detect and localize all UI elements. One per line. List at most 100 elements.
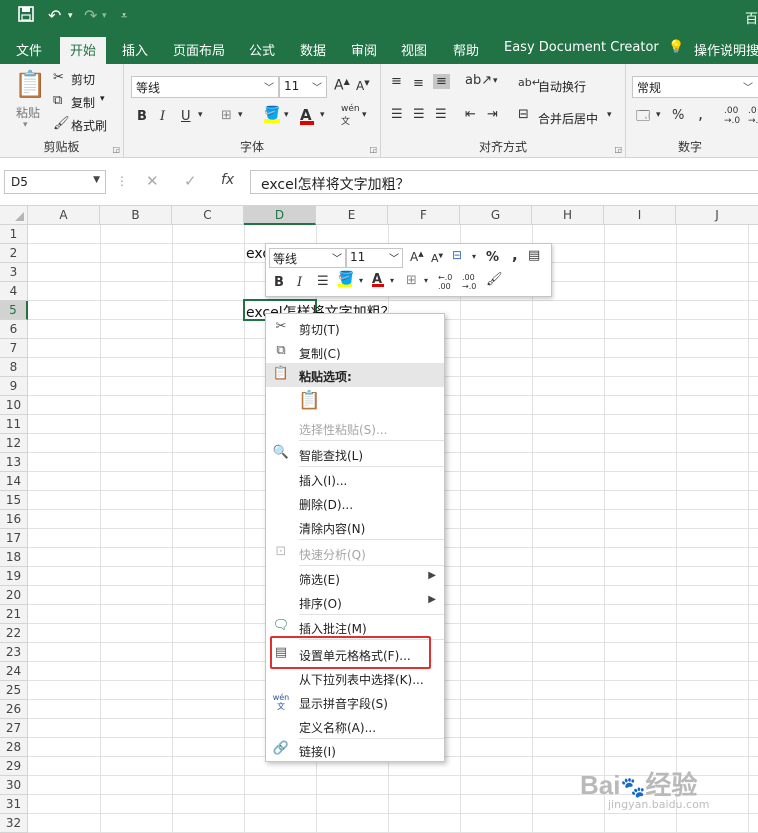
row-header[interactable]: 24 [0, 662, 28, 681]
align-top-icon[interactable]: ≡ [391, 74, 402, 89]
select-all-button[interactable] [0, 206, 28, 225]
row-header[interactable]: 18 [0, 548, 28, 567]
comma-button[interactable]: , [698, 104, 703, 123]
row-header[interactable]: 1 [0, 225, 28, 244]
percent-button[interactable]: % [672, 108, 684, 123]
accounting-icon[interactable]: 🗔 [636, 107, 650, 129]
menu-item-insert[interactable]: 插入(I)... [266, 467, 444, 491]
merge-center-button[interactable]: 合并后居中 [538, 110, 598, 127]
format-painter-button[interactable]: 格式刷 [71, 117, 107, 134]
mini-fill-color-icon[interactable]: 🪣 [338, 271, 354, 287]
tab-home[interactable]: 开始 [60, 37, 107, 64]
tab-page-layout[interactable]: 页面布局 [173, 40, 225, 59]
paste-dropdown-icon[interactable]: ▾ [23, 120, 28, 130]
row-header[interactable]: 6 [0, 320, 28, 339]
undo-dropdown-icon[interactable]: ▾ [68, 11, 73, 21]
align-center-icon[interactable]: ☰ [413, 107, 425, 122]
menu-item-quick-analysis[interactable]: ⊡ 快速分析(Q) [266, 541, 444, 565]
cancel-icon[interactable]: ✕ [146, 172, 159, 190]
row-header[interactable]: 16 [0, 510, 28, 529]
row-header[interactable]: 22 [0, 624, 28, 643]
shrink-font-icon[interactable]: A▼ [431, 252, 443, 265]
tab-file[interactable]: 文件 [16, 40, 42, 59]
decrease-indent-icon[interactable]: ⇤ [465, 107, 476, 122]
fill-color-icon[interactable]: 🪣 [264, 106, 280, 123]
underline-button[interactable]: U [181, 109, 191, 124]
align-right-icon[interactable]: ☰ [435, 107, 447, 122]
underline-dropdown-icon[interactable]: ▾ [198, 110, 203, 120]
tab-data[interactable]: 数据 [300, 40, 326, 59]
menu-item-paste-special[interactable]: 选择性粘贴(S)... [266, 416, 444, 440]
column-header[interactable]: B [100, 206, 172, 225]
font-color-icon[interactable]: A [300, 106, 314, 125]
menu-item-copy[interactable]: ⧉ 复制(C) [266, 340, 444, 364]
cut-button[interactable]: 剪切 [71, 71, 95, 88]
mini-percent-button[interactable]: % [486, 250, 499, 265]
row-header[interactable]: 19 [0, 567, 28, 586]
row-header[interactable]: 17 [0, 529, 28, 548]
column-header[interactable]: C [172, 206, 244, 225]
mini-format-painter-icon[interactable]: 🖌 [486, 272, 503, 287]
enter-icon[interactable]: ✓ [184, 172, 197, 190]
lightbulb-icon[interactable]: 💡 [668, 40, 684, 55]
increase-decimal-icon[interactable]: .00 →.0 [724, 106, 740, 126]
mini-comma-button[interactable]: , [512, 246, 518, 264]
tab-help[interactable]: 帮助 [453, 40, 479, 59]
tab-insert[interactable]: 插入 [122, 40, 148, 59]
grow-font-icon[interactable]: A▲ [410, 250, 424, 264]
row-header[interactable]: 4 [0, 282, 28, 301]
mini-align-center-icon[interactable]: ☰ [317, 274, 329, 289]
row-header[interactable]: 29 [0, 757, 28, 776]
align-middle-icon[interactable]: ≡ [413, 76, 424, 91]
mini-border-dropdown-icon[interactable]: ▾ [424, 276, 428, 285]
paste-icon[interactable]: 📋 [14, 70, 46, 100]
row-header[interactable]: 13 [0, 453, 28, 472]
alignment-expand-icon[interactable]: ◲ [614, 145, 622, 154]
paste-option-default[interactable]: 📋 [266, 387, 444, 417]
row-header[interactable]: 10 [0, 396, 28, 415]
row-header[interactable]: 2 [0, 244, 28, 263]
customize-icon[interactable]: ⩡ [121, 9, 127, 23]
font-name-dropdown[interactable]: 等线 ﹀ [131, 76, 279, 98]
redo-dropdown-icon[interactable]: ▾ [102, 11, 107, 21]
column-header[interactable]: A [28, 206, 100, 225]
cell-style-dropdown-icon[interactable]: ▾ [472, 252, 476, 261]
menu-item-define-name[interactable]: 定义名称(A)... [266, 714, 444, 738]
font-size-dropdown[interactable]: 11 ﹀ [279, 76, 327, 98]
menu-item-show-phonetic[interactable]: wén 文显示拼音字段(S) [266, 690, 444, 714]
tab-view[interactable]: 视图 [401, 40, 427, 59]
menu-item-clear-contents[interactable]: 清除内容(N) [266, 515, 444, 539]
row-header[interactable]: 8 [0, 358, 28, 377]
row-header[interactable]: 27 [0, 719, 28, 738]
row-header[interactable]: 21 [0, 605, 28, 624]
column-header[interactable]: F [388, 206, 460, 225]
menu-item-delete[interactable]: 删除(D)... [266, 491, 444, 515]
mini-increase-decimal-icon[interactable]: ←.0.00 [438, 273, 452, 291]
align-left-icon[interactable]: ☰ [391, 107, 403, 122]
save-icon[interactable] [18, 6, 34, 26]
grow-font-button[interactable]: A▲ [334, 77, 350, 94]
redo-icon[interactable]: ↷ [84, 6, 97, 25]
row-header[interactable]: 31 [0, 795, 28, 814]
mini-border-icon[interactable]: ⊞ [406, 273, 417, 288]
mini-font-color-icon[interactable]: A [372, 272, 384, 287]
mini-fill-dropdown-icon[interactable]: ▾ [359, 276, 363, 285]
insert-function-button[interactable]: fx [221, 172, 234, 188]
tell-me-search[interactable]: 操作说明搜 [694, 40, 758, 59]
mini-decrease-decimal-icon[interactable]: .00 →.0 [462, 273, 476, 291]
tab-easy-document-creator[interactable]: Easy Document Creator [504, 40, 659, 55]
copy-dropdown-icon[interactable]: ▾ [100, 94, 105, 104]
border-icon[interactable]: ⊞ [221, 108, 232, 123]
undo-icon[interactable]: ↶ [48, 6, 61, 25]
align-bottom-icon[interactable]: ≡ [433, 74, 450, 89]
menu-item-sort[interactable]: 排序(O) ▶ [266, 590, 444, 614]
italic-button[interactable]: I [160, 109, 165, 124]
tab-review[interactable]: 审阅 [351, 40, 377, 59]
column-header[interactable]: G [460, 206, 532, 225]
name-box[interactable]: D5 ▼ [4, 170, 106, 194]
row-header[interactable]: 11 [0, 415, 28, 434]
orientation-dropdown-icon[interactable]: ▾ [493, 76, 498, 86]
tab-formulas[interactable]: 公式 [249, 40, 275, 59]
column-header[interactable]: I [604, 206, 676, 225]
accounting-dropdown-icon[interactable]: ▾ [656, 110, 661, 120]
